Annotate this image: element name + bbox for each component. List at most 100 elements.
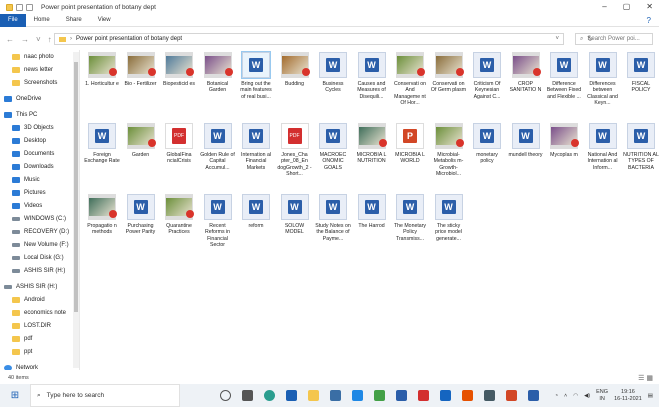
sidebar-item[interactable]: news letter: [0, 63, 79, 76]
sidebar-item[interactable]: Videos: [0, 199, 79, 212]
sidebar-item[interactable]: WINDOWS (C:): [0, 212, 79, 225]
file-item[interactable]: W Recent Reforms in Financial Sector: [200, 194, 236, 249]
sidebar-item[interactable]: economics note: [0, 306, 79, 319]
file-item[interactable]: Botanical Garden: [200, 52, 236, 94]
properties-icon[interactable]: [16, 3, 23, 11]
file-item[interactable]: W The sticky price model generate...: [431, 194, 467, 242]
sidebar-item[interactable]: ppt: [0, 345, 79, 358]
file-item[interactable]: Wmundell theory: [508, 123, 544, 158]
file-item[interactable]: Microbial-Metabolis m-Growth-Microbiol..…: [431, 123, 467, 178]
sidebar-item[interactable]: Desktop: [0, 134, 79, 147]
maximize-button[interactable]: ▢: [623, 2, 631, 11]
powerpoint-app-icon[interactable]: [506, 390, 517, 401]
sidebar-scrollbar[interactable]: [73, 52, 79, 368]
file-item[interactable]: W Criticism Of Keynesian Against C...: [469, 52, 505, 100]
search-input[interactable]: ⌕ Search Power poi...: [575, 33, 653, 45]
close-button[interactable]: ✕: [646, 2, 653, 11]
sidebar-item[interactable]: Screenshots: [0, 76, 79, 89]
sidebar-item[interactable]: 3D Objects: [0, 121, 79, 134]
file-item[interactable]: W Differences between Classical and Keyn.…: [585, 52, 621, 107]
help-icon[interactable]: ?: [647, 16, 651, 25]
scrollbar-thumb[interactable]: [74, 62, 78, 312]
language-indicator[interactable]: ENG IN: [596, 389, 608, 403]
chevron-down-icon[interactable]: ˅: [555, 36, 559, 42]
app-icon[interactable]: [484, 390, 495, 401]
file-item[interactable]: W NUTRITION AL TYPES OF BACTERIA: [623, 123, 659, 171]
back-arrow-icon[interactable]: ←: [6, 35, 14, 44]
file-item[interactable]: PDF Jones_Cha pter_08_En dogGrowth_2 - Sh…: [277, 123, 313, 178]
forward-arrow-icon[interactable]: →: [21, 35, 29, 44]
file-item[interactable]: W Purchasing Power Parity: [123, 194, 159, 236]
address-bar[interactable]: › Power point presentation of botany dep…: [54, 33, 593, 45]
file-item[interactable]: W The Monetary Policy Transmiss...: [392, 194, 428, 242]
file-item[interactable]: W SOLOW MODEL: [277, 194, 313, 236]
file-item[interactable]: W Study Notes on the Balance of Payme...: [315, 194, 351, 242]
task-view-icon[interactable]: [242, 390, 253, 401]
sidebar-item[interactable]: ASHIS SIR (H:): [0, 264, 79, 277]
media-app-icon[interactable]: [462, 390, 473, 401]
chrome-icon[interactable]: [264, 390, 275, 401]
view-toggle-icon[interactable]: ☰ ▦: [638, 374, 653, 382]
explorer-icon[interactable]: [308, 390, 319, 401]
volume-icon[interactable]: ◀): [584, 393, 590, 399]
file-item[interactable]: W Bring out the main features of real bus…: [238, 51, 274, 100]
file-item[interactable]: W MACROEC ONOMIC GOALS: [315, 123, 351, 171]
word-app-icon[interactable]: [528, 390, 539, 401]
file-item[interactable]: Wreform: [238, 194, 274, 229]
file-item[interactable]: W Foreign Exchange Rate: [84, 123, 120, 165]
file-item[interactable]: 1. Horticultur e: [84, 52, 120, 87]
file-item[interactable]: Propagatio n methods: [84, 194, 120, 236]
sidebar-item[interactable]: RECOVERY (D:): [0, 225, 79, 238]
file-item[interactable]: Mycoplas m: [546, 123, 582, 158]
sidebar-item[interactable]: LOST.DIR: [0, 319, 79, 332]
file-item[interactable]: Conservati on Of Germ plasm: [431, 52, 467, 94]
sidebar-item[interactable]: Documents: [0, 147, 79, 160]
file-item[interactable]: W Causes and Measures of Disequili...: [354, 52, 390, 100]
file-item[interactable]: W Golden Rule of Capital Accumul...: [200, 123, 236, 171]
sidebar-item[interactable]: Android: [0, 293, 79, 306]
sidebar-item[interactable]: Local Disk (G:): [0, 251, 79, 264]
file-item[interactable]: MICROBIA L NUTRITION: [354, 123, 390, 165]
sidebar-item[interactable]: naac photo: [0, 50, 79, 63]
sidebar-item[interactable]: Network: [0, 361, 79, 370]
file-item[interactable]: W Business Cycles: [315, 52, 351, 94]
file-item[interactable]: Garden: [123, 123, 159, 158]
sidebar-item[interactable]: pdf: [0, 332, 79, 345]
file-item[interactable]: Quarantine Practices: [161, 194, 197, 236]
network-icon[interactable]: ◔: [555, 393, 558, 399]
sidebar-item[interactable]: Downloads: [0, 160, 79, 173]
minimize-button[interactable]: –: [602, 2, 606, 11]
file-item[interactable]: CROP SANITATIO N: [508, 52, 544, 94]
wifi-icon[interactable]: ◠: [573, 393, 578, 399]
chevron-up-icon[interactable]: ˄: [564, 393, 567, 399]
cortana-icon[interactable]: [220, 390, 231, 401]
mail-icon[interactable]: [352, 390, 363, 401]
settings-app-icon[interactable]: [440, 390, 451, 401]
recent-chevron-icon[interactable]: ˅: [36, 35, 41, 44]
up-arrow-icon[interactable]: ↑: [48, 35, 52, 44]
sidebar-item[interactable]: OneDrive: [0, 92, 79, 105]
file-item[interactable]: W FISCAL POLICY: [623, 52, 659, 94]
file-item[interactable]: W Difference Between Fixed and Flexible .…: [546, 52, 582, 100]
file-item[interactable]: W National And Internation al Inform...: [585, 123, 621, 171]
edge-icon[interactable]: [286, 390, 297, 401]
file-item[interactable]: Budding: [277, 52, 313, 87]
tab-view[interactable]: View: [90, 14, 119, 27]
tab-share[interactable]: Share: [58, 14, 90, 27]
file-item[interactable]: Bio - Fertilizer: [123, 52, 159, 87]
sidebar-item[interactable]: Music: [0, 173, 79, 186]
file-item[interactable]: W The Harrod: [354, 194, 390, 229]
notification-icon[interactable]: ▤: [648, 393, 653, 399]
sidebar-item[interactable]: Pictures: [0, 186, 79, 199]
sidebar-item[interactable]: ASHIS SIR (H:): [0, 280, 79, 293]
store-icon[interactable]: [330, 390, 341, 401]
sidebar-item[interactable]: New Volume (F:): [0, 238, 79, 251]
file-item[interactable]: Conservati on And Manageme nt Of Hor...: [392, 52, 428, 107]
taskbar-search-input[interactable]: ⌕ Type here to search: [30, 384, 180, 407]
app-icon[interactable]: [374, 390, 385, 401]
clock[interactable]: 19:16 16-11-2021: [614, 389, 642, 403]
file-item[interactable]: Biopesticid es: [161, 52, 197, 87]
sidebar-item[interactable]: This PC: [0, 108, 79, 121]
new-folder-icon[interactable]: [26, 3, 33, 11]
file-item[interactable]: W Internation al Financial Markets: [238, 123, 274, 171]
